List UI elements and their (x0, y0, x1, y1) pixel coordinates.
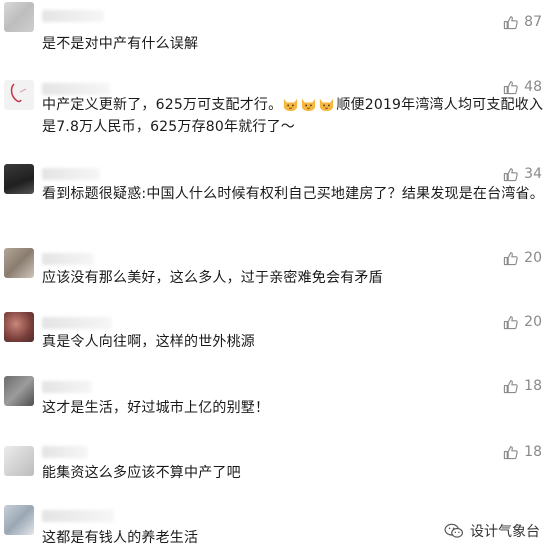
wechat-icon (444, 523, 464, 538)
comment-text: 应该没有那么美好，这么多人，过于亲密难免会有矛盾 (42, 270, 383, 286)
cat-emoji-icon (284, 98, 298, 112)
like-button[interactable]: 20 (503, 313, 542, 331)
nickname-blurred (42, 10, 104, 22)
avatar[interactable] (4, 80, 34, 110)
comment-text: 看到标题很疑惑:中国人什么时候有权利自己买地建房了？结果发现是在台湾省。 (42, 186, 544, 202)
avatar[interactable] (4, 376, 34, 406)
comment-text: 是不是对中产有什么误解 (42, 36, 199, 52)
watermark-label: 设计气象台 (470, 524, 540, 540)
thumbs-up-icon (504, 379, 518, 393)
like-button[interactable]: 18 (503, 377, 542, 395)
nickname-blurred (42, 381, 92, 393)
avatar-drawing (10, 83, 27, 103)
avatar[interactable] (4, 2, 34, 32)
nickname-blurred (42, 317, 112, 329)
like-count: 20 (524, 250, 542, 266)
nickname-blurred (42, 168, 100, 180)
like-count: 20 (524, 314, 542, 330)
avatar[interactable] (4, 248, 34, 278)
like-button[interactable]: 20 (503, 249, 542, 267)
avatar[interactable] (4, 164, 34, 194)
thumbs-up-icon (504, 445, 518, 459)
comment-text: 真是令人向往啊，这样的世外桃源 (42, 334, 255, 350)
like-count: 18 (524, 378, 542, 394)
nickname-blurred (42, 510, 114, 522)
comment-text-part: 中产定义更新了，625万可支配才行。 (42, 97, 283, 113)
nickname-blurred (42, 446, 88, 458)
cat-emoji-icon (302, 98, 316, 112)
like-button[interactable]: 87 (503, 13, 542, 31)
like-count: 18 (524, 444, 542, 460)
avatar[interactable] (4, 505, 34, 535)
watermark: 设计气象台 (444, 521, 540, 541)
nickname-blurred (42, 253, 94, 265)
thumbs-up-icon (504, 15, 518, 29)
thumbs-up-icon (504, 315, 518, 329)
avatar[interactable] (4, 446, 34, 476)
comment-text: 能集资这么多应该不算中产了吧 (42, 465, 241, 481)
comment-text: 这才是生活，好过城市上亿的别墅！ (42, 400, 270, 416)
comment-text: 中产定义更新了，625万可支配才行。 顺便2019年湾湾人均可支配收入是7.8万人… (42, 94, 547, 138)
avatar[interactable] (4, 312, 34, 342)
like-button[interactable]: 34 (503, 165, 542, 183)
cat-emoji-icon (320, 98, 334, 112)
thumbs-up-icon (504, 167, 518, 181)
like-count: 34 (524, 166, 542, 182)
like-button[interactable]: 48 (503, 78, 542, 96)
like-count: 87 (524, 14, 542, 30)
like-button[interactable]: 18 (503, 443, 542, 461)
like-count: 48 (524, 79, 542, 95)
thumbs-up-icon (504, 80, 518, 94)
thumbs-up-icon (504, 251, 518, 265)
